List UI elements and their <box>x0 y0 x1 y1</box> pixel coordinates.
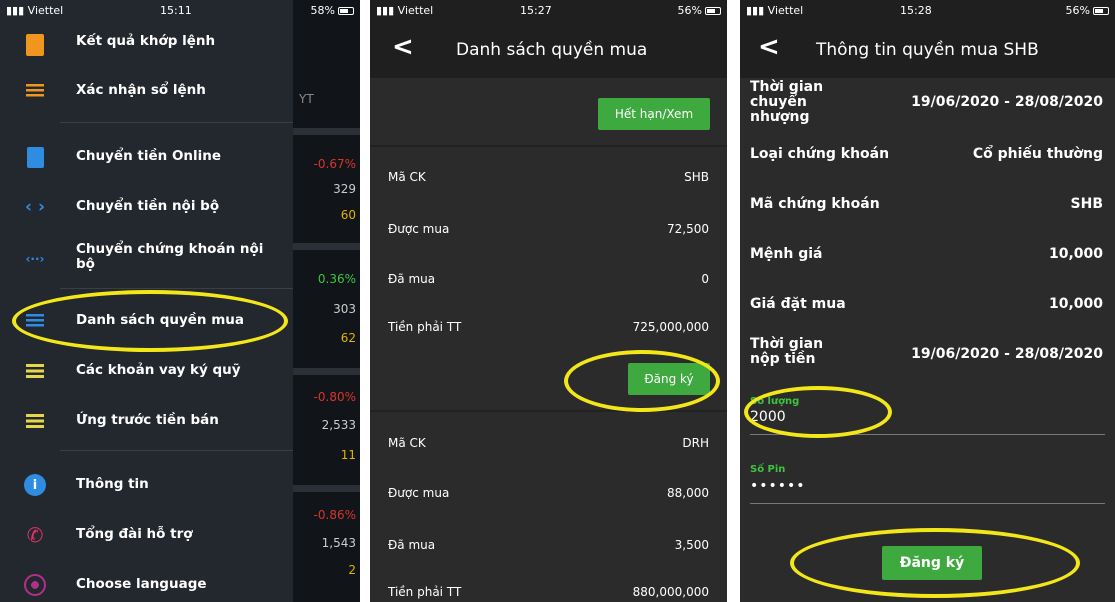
bg-value: 329 <box>333 182 356 196</box>
section-separator <box>370 410 727 412</box>
bg-value: 2 <box>348 563 356 577</box>
battery-icon <box>1093 7 1109 15</box>
info-icon: i <box>24 474 46 496</box>
bg-value: 60 <box>340 208 356 222</box>
menu-item-chuyen-chung-khoan-noi-bo[interactable]: ‹··› Chuyển chứng khoán nội bộ <box>0 240 293 276</box>
status-time: 15:27 <box>520 4 552 17</box>
code-icon: ‹ › <box>25 197 45 217</box>
bg-value: -0.67% <box>313 157 356 171</box>
menu-item-label: Kết quả khớp lệnh <box>76 33 216 49</box>
menu-item-label: Thông tin <box>76 476 149 492</box>
menu-item-chuyen-tien-noi-bo[interactable]: ‹ › Chuyển tiền nội bộ <box>0 192 293 222</box>
nav-bar: < Thông tin quyền mua SHB <box>740 20 1115 78</box>
lines-icon <box>24 360 46 382</box>
menu-item-xac-nhan-so-lenh[interactable]: Xác nhận sổ lệnh <box>0 76 293 106</box>
status-time: 15:11 <box>160 4 192 17</box>
back-chevron-icon[interactable]: < <box>758 34 780 60</box>
background-band <box>293 128 360 135</box>
menu-item-label: Tổng đài hỗ trợ <box>76 526 193 542</box>
rights-detail-screen: < Thông tin quyền mua SHB ▮▮▮ Viettel 15… <box>740 0 1115 602</box>
bg-value: 11 <box>340 448 356 462</box>
carrier: ▮▮▮ Viettel <box>6 4 64 17</box>
battery-icon <box>705 7 721 15</box>
document-icon <box>24 34 46 56</box>
globe-icon <box>24 574 46 596</box>
list-item-row: Được mua 72,500 <box>388 222 709 236</box>
detail-row-payment-period: Thời gian nộp tiền 19/06/2020 - 28/08/20… <box>750 336 1103 367</box>
list-item-row: Đã mua 3,500 <box>388 538 709 552</box>
background-band <box>293 485 360 492</box>
highlight-oval <box>12 290 288 352</box>
menu-item-chuyen-tien-online[interactable]: Chuyển tiền Online <box>0 142 293 172</box>
pin-label: Số Pin <box>750 464 786 475</box>
background-header: YT <box>299 92 314 106</box>
highlight-oval <box>744 386 892 438</box>
section-separator <box>370 145 727 147</box>
list-item-row: Mã CK SHB <box>388 170 709 184</box>
page-title: Thông tin quyền mua SHB <box>816 40 1039 60</box>
carrier: ▮▮▮ Viettel <box>376 4 434 17</box>
status-bar: ▮▮▮ Viettel 15:11 58% <box>0 0 360 20</box>
status-time: 15:28 <box>900 4 932 17</box>
highlight-oval <box>564 350 720 412</box>
status-bar: ▮▮▮ Viettel 15:28 56% <box>740 0 1115 20</box>
signal-icon: ▮▮▮ <box>6 4 28 17</box>
background-band <box>293 243 360 250</box>
menu-item-tong-dai-ho-tro[interactable]: ✆ Tổng đài hỗ trợ <box>0 520 293 550</box>
background-band <box>293 368 360 375</box>
lines-icon <box>24 410 46 432</box>
list-item-row: Đã mua 0 <box>388 272 709 286</box>
menu-item-thong-tin[interactable]: i Thông tin <box>0 470 293 500</box>
receipt-icon <box>24 146 46 168</box>
page-title: Danh sách quyền mua <box>456 40 648 60</box>
menu-item-cac-khoan-vay-ky-quy[interactable]: Các khoản vay ký quỹ <box>0 356 293 386</box>
pin-input[interactable]: •••••• <box>750 478 806 494</box>
pin-underline <box>750 503 1105 504</box>
rights-list-screen: < Danh sách quyền mua ▮▮▮ Viettel 15:27 … <box>370 0 727 602</box>
list-icon <box>24 80 46 102</box>
list-item-row: Được mua 88,000 <box>388 486 709 500</box>
battery: 56% <box>1066 4 1109 17</box>
detail-row-transfer-period: Thời gian chuyển nhượng 19/06/2020 - 28/… <box>750 79 1103 125</box>
menu-item-label: Choose language <box>76 576 207 592</box>
menu-item-ung-truoc-tien-ban[interactable]: Ứng trước tiền bán <box>0 406 293 436</box>
phone-icon: ✆ <box>26 523 44 547</box>
status-bar: ▮▮▮ Viettel 15:27 56% <box>370 0 727 20</box>
bg-value: -0.80% <box>313 390 356 404</box>
expired-view-button[interactable]: Hết hạn/Xem <box>598 98 710 130</box>
menu-item-label: Chuyển chứng khoán nội bộ <box>76 241 264 272</box>
bg-value: -0.86% <box>313 508 356 522</box>
bg-value: 303 <box>333 302 356 316</box>
nav-bar: < Danh sách quyền mua <box>370 20 727 78</box>
menu-item-label: Chuyển tiền nội bộ <box>76 198 220 214</box>
menu-item-choose-language[interactable]: Choose language <box>0 570 293 600</box>
menu-item-label: Ứng trước tiền bán <box>76 412 219 428</box>
list-item-row: Tiền phải TT 725,000,000 <box>388 320 709 334</box>
menu-divider <box>60 450 293 451</box>
menu-item-label: Các khoản vay ký quỹ <box>76 362 241 378</box>
menu-divider <box>60 122 293 123</box>
battery: 56% <box>678 4 721 17</box>
highlight-oval <box>790 528 1080 598</box>
menu-screen: YT -0.67% 329 60 0.36% 303 62 -0.80% 2,5… <box>0 0 360 602</box>
carrier: ▮▮▮ Viettel <box>746 4 804 17</box>
list-item-row: Tiền phải TT 880,000,000 <box>388 585 709 599</box>
menu-divider <box>60 288 293 289</box>
list-item-row: Mã CK DRH <box>388 436 709 450</box>
menu-item-ket-qua-khop-lenh[interactable]: Kết quả khớp lệnh <box>0 30 293 60</box>
battery-icon <box>338 7 354 15</box>
signal-icon: ▮▮▮ <box>746 4 768 17</box>
bg-value: 2,533 <box>321 418 356 432</box>
signal-icon: ▮▮▮ <box>376 4 398 17</box>
battery: 58% <box>311 4 354 17</box>
menu-item-label: Xác nhận sổ lệnh <box>76 82 206 98</box>
bg-value: 1,543 <box>321 536 356 550</box>
bg-value: 0.36% <box>317 272 356 286</box>
transfer-icon: ‹··› <box>25 252 45 266</box>
menu-item-label: Chuyển tiền Online <box>76 148 222 164</box>
bg-value: 62 <box>340 331 356 345</box>
back-chevron-icon[interactable]: < <box>392 34 414 60</box>
